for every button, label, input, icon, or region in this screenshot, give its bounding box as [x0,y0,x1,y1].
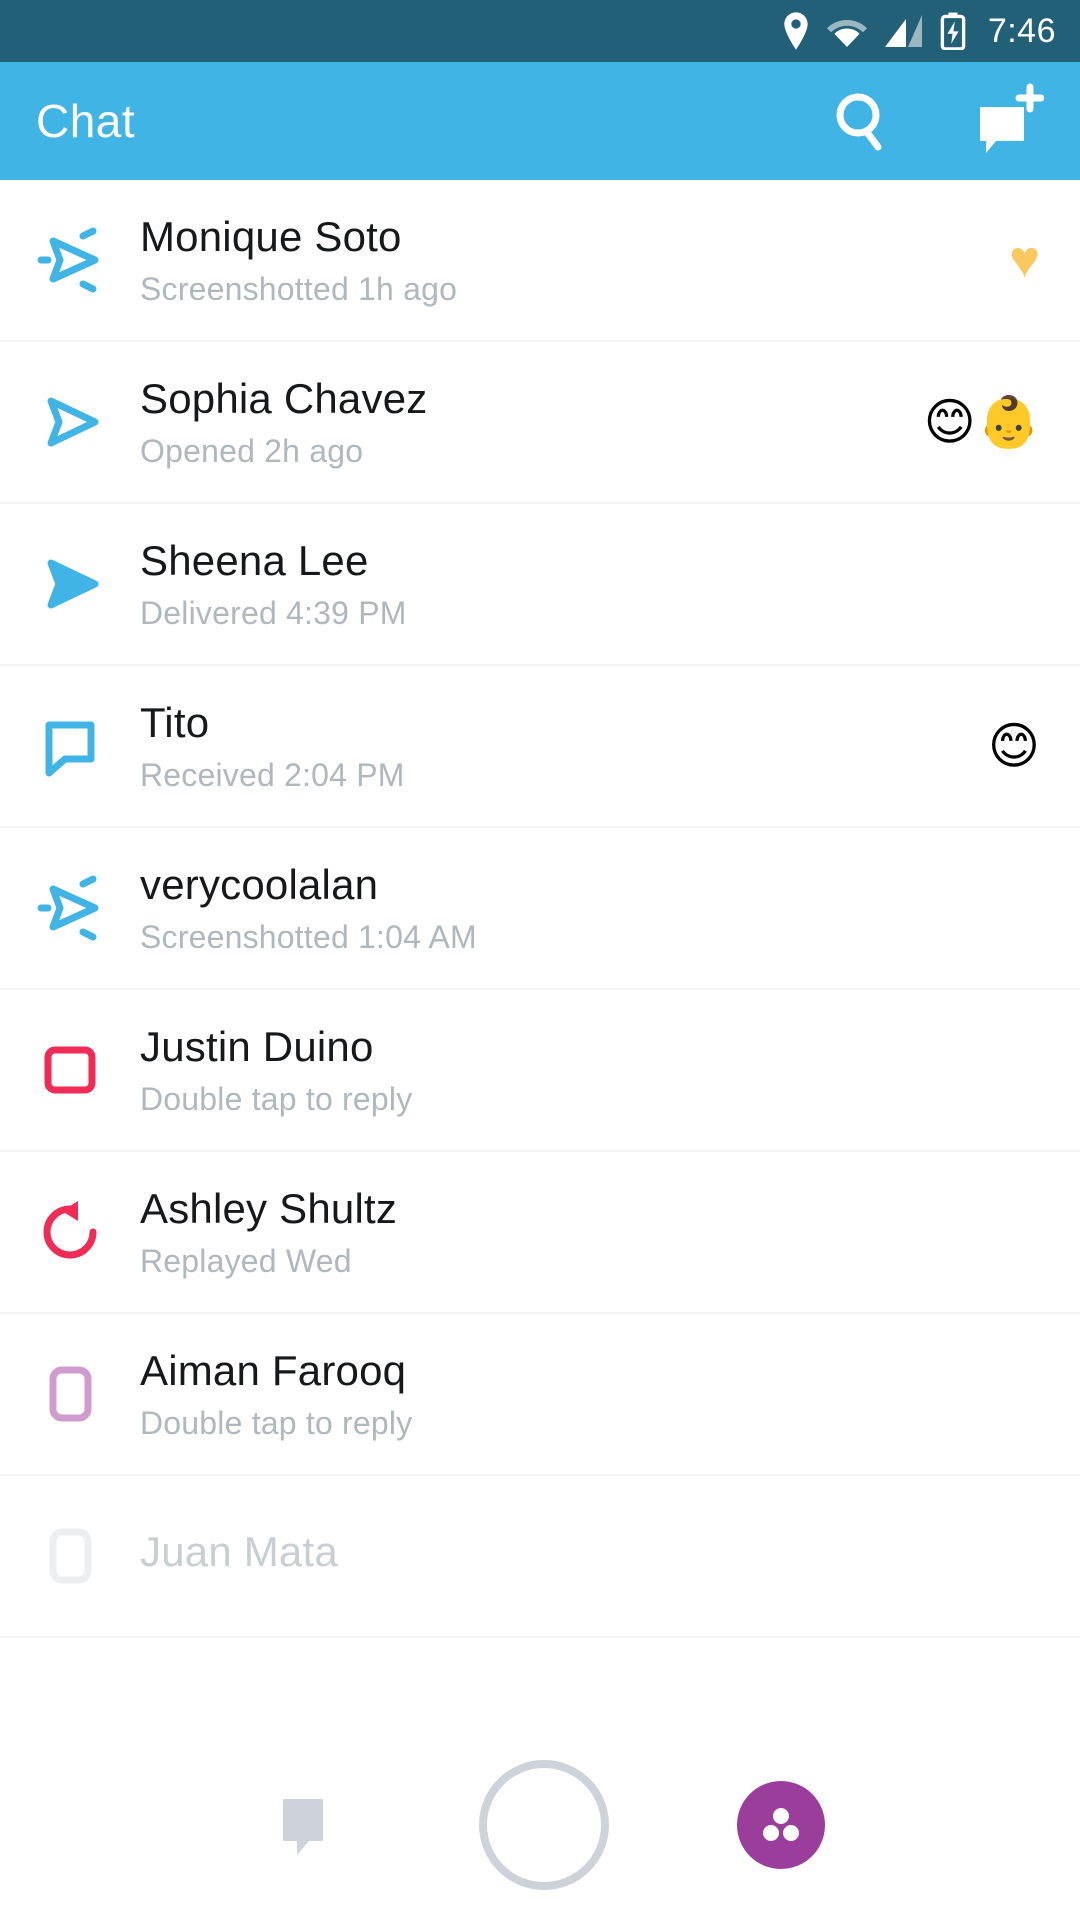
new-chat-icon[interactable] [960,79,1044,163]
table-row[interactable]: Sheena Lee Delivered 4:39 PM [0,504,1080,666]
smiling-face-blush-icon: 😊 [987,718,1040,774]
status-bar-clock: 7:46 [987,11,1056,50]
chat-name: Tito [140,699,210,747]
row-text: Ashley Shultz Replayed Wed [118,1184,1040,1280]
location-pin-icon [782,12,810,50]
delivered-snap-icon [22,547,118,621]
chat-status: Double tap to reply [140,1080,413,1117]
app-header: Chat [0,62,1080,180]
row-text: Monique Soto Screenshotted 1h ago [118,212,1009,308]
chat-name: verycoolalan [140,861,379,909]
chat-status: Opened 2h ago [140,432,364,469]
chat-bubble-icon[interactable] [255,1777,351,1873]
row-text: Juan Mata [118,1527,1040,1586]
yellow-heart-icon: ♥ [1009,231,1040,289]
table-row[interactable]: Aiman Farooq Double tap to reply [0,1314,1080,1476]
replayed-snap-icon [22,1195,118,1269]
chat-name: Monique Soto [140,213,402,261]
table-row[interactable]: Sophia Chavez Opened 2h ago 😊 👶 [0,342,1080,504]
bottom-nav [0,1730,1080,1920]
chat-name: Juan Mata [140,1527,338,1575]
chat-name: Ashley Shultz [140,1185,398,1233]
opened-snap-icon [22,385,118,459]
screenshotted-snap-icon [22,871,118,945]
stories-icon[interactable] [737,1781,825,1869]
battery-charging-icon [940,12,966,50]
table-row[interactable]: Monique Soto Screenshotted 1h ago ♥ [0,180,1080,342]
table-row[interactable]: Justin Duino Double tap to reply [0,990,1080,1152]
page-title: Chat [36,95,136,147]
chat-status: Double tap to reply [140,1404,413,1441]
table-row[interactable]: Ashley Shultz Replayed Wed [0,1152,1080,1314]
chat-status: Screenshotted 1h ago [140,270,458,307]
chat-name: Sophia Chavez [140,375,428,423]
smiling-face-blush-icon: 😊 [923,394,976,450]
new-snap-icon [22,1519,118,1593]
row-text: Sophia Chavez Opened 2h ago [118,374,924,470]
row-text: verycoolalan Screenshotted 1:04 AM [118,860,1040,956]
header-actions [826,79,1044,163]
wifi-icon [826,14,868,48]
reaction-group: ♥ [1009,234,1044,286]
row-text: Sheena Lee Delivered 4:39 PM [118,536,1040,632]
table-row[interactable]: verycoolalan Screenshotted 1:04 AM [0,828,1080,990]
camera-shutter-button[interactable] [479,1760,609,1890]
chat-name: Justin Duino [140,1023,374,1071]
baby-face-icon: 👶 [977,394,1040,450]
row-text: Aiman Farooq Double tap to reply [118,1346,1040,1442]
reaction-group: 😊 [988,721,1044,771]
chat-name: Aiman Farooq [140,1347,407,1395]
status-bar: 7:46 [0,0,1080,62]
row-text: Justin Duino Double tap to reply [118,1022,1040,1118]
chat-status: Screenshotted 1:04 AM [140,918,477,955]
chat-status: Delivered 4:39 PM [140,594,407,631]
chat-status: Received 2:04 PM [140,756,405,793]
row-text: Tito Received 2:04 PM [118,698,988,794]
reaction-group: 😊 👶 [924,397,1044,447]
new-snap-icon [22,1357,118,1431]
chat-name: Sheena Lee [140,537,369,585]
new-snap-icon [22,1033,118,1107]
screenshotted-snap-icon [22,223,118,297]
table-row[interactable]: Juan Mata [0,1476,1080,1638]
table-row[interactable]: Tito Received 2:04 PM 😊 [0,666,1080,828]
chat-status: Replayed Wed [140,1242,352,1279]
signal-bars-icon [884,14,924,48]
received-chat-icon [22,709,118,783]
search-icon[interactable] [826,85,898,157]
chat-list: Monique Soto Screenshotted 1h ago ♥ Soph… [0,180,1080,1638]
